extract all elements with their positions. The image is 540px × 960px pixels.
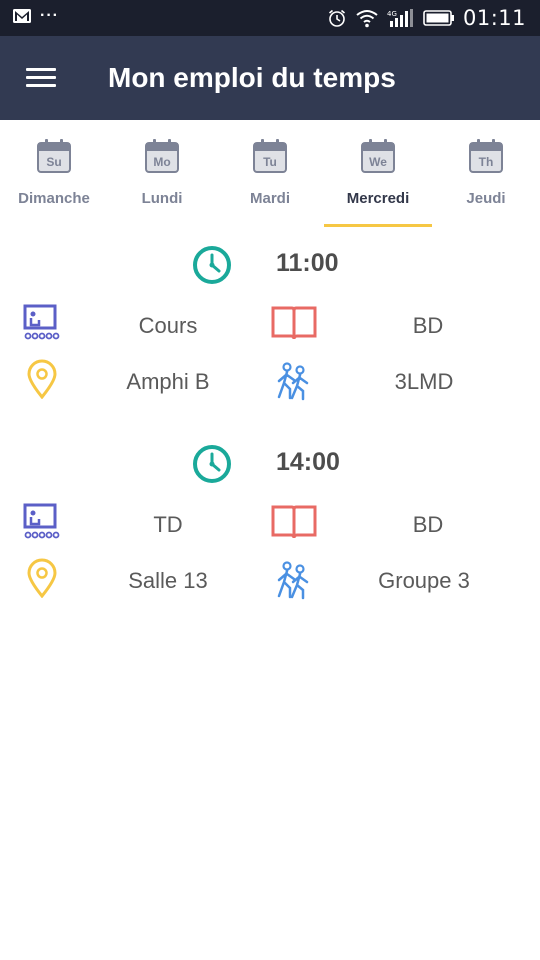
calendar-icon: Th (469, 139, 503, 173)
calendar-icon: Su (37, 139, 71, 173)
svg-text:4G: 4G (387, 10, 397, 18)
svg-text:Th: Th (479, 155, 494, 169)
wifi-icon (356, 10, 378, 28)
book-icon (271, 505, 317, 539)
status-time: 01:11 (462, 6, 526, 30)
tab-lundi[interactable]: Mo Lundi (108, 120, 216, 228)
session-group: 3LMD (394, 369, 454, 394)
day-tabs: Su Dimanche Mo Lundi Tu Mardi We Mercred… (0, 120, 540, 228)
location-pin-icon (27, 359, 57, 399)
svg-text:Su: Su (46, 155, 61, 169)
session-card[interactable]: 14:00 TD BD Salle 13 Groupe 3 (0, 444, 540, 614)
alarm-icon (328, 9, 345, 27)
calendar-icon: Tu (253, 139, 287, 173)
tab-label: Mercredi (346, 190, 410, 207)
page-title: Mon emploi du temps (108, 62, 396, 93)
group-icon (277, 362, 309, 401)
calendar-icon: We (361, 139, 395, 173)
status-bar: ··· 4G 01:11 (0, 0, 540, 36)
classroom-icon (23, 503, 60, 539)
tab-label: Dimanche (18, 190, 90, 207)
tab-jeudi[interactable]: Th Jeudi (432, 120, 540, 228)
active-tab-indicator (324, 224, 432, 227)
status-bar-right: 4G 01:11 (327, 6, 526, 30)
tab-mardi[interactable]: Tu Mardi (216, 120, 324, 228)
location-pin-icon (27, 558, 57, 598)
group-icon (277, 561, 309, 600)
session-room: Salle 13 (128, 568, 208, 593)
clock-icon (193, 246, 231, 284)
app-bar: Mon emploi du temps (0, 36, 540, 120)
tab-label: Mardi (249, 190, 290, 207)
svg-text:Tu: Tu (263, 155, 277, 169)
book-icon (271, 306, 317, 340)
calendar-icon: Mo (145, 139, 179, 173)
session-group: Groupe 3 (378, 568, 470, 593)
session-card[interactable]: 11:00 Cours BD Amphi B 3LMD (0, 245, 540, 415)
session-room: Amphi B (126, 369, 210, 394)
hamburger-menu-icon[interactable] (22, 62, 62, 94)
classroom-icon (23, 304, 60, 340)
clock-icon (193, 445, 231, 483)
signal-icon: 4G (387, 9, 413, 27)
session-subject: BD (412, 313, 444, 338)
battery-icon (423, 10, 454, 26)
session-time: 14:00 (276, 448, 340, 476)
gmail-icon (13, 9, 31, 23)
tab-label: Jeudi (466, 190, 506, 207)
svg-text:Mo: Mo (153, 155, 170, 169)
session-subject: BD (412, 512, 444, 537)
tab-label: Lundi (141, 190, 183, 207)
tab-mercredi[interactable]: We Mercredi (324, 120, 432, 228)
more-dots-icon: ··· (40, 7, 59, 24)
session-time: 11:00 (276, 249, 339, 277)
session-type: TD (153, 512, 183, 537)
svg-text:We: We (369, 155, 387, 169)
tab-dimanche[interactable]: Su Dimanche (0, 120, 108, 228)
session-type: Cours (138, 313, 198, 338)
status-bar-left: ··· (12, 8, 59, 24)
